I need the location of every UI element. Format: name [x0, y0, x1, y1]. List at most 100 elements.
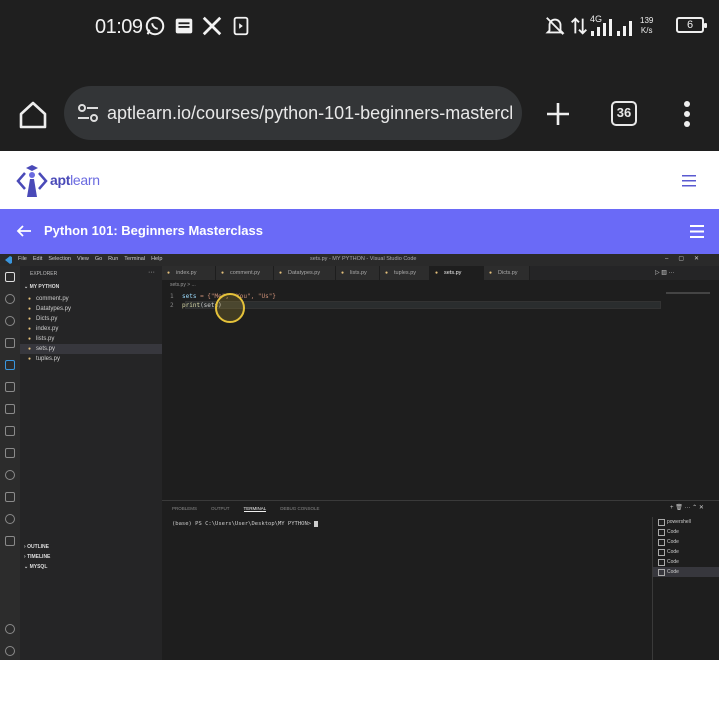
- editor-tab[interactable]: tuples.py: [380, 266, 430, 280]
- explorer-title: EXPLORER: [30, 271, 58, 277]
- extensions-icon[interactable]: [5, 360, 15, 370]
- course-bar: Python 101: Beginners Masterclass: [0, 209, 719, 254]
- x-icon: [202, 16, 222, 36]
- file-item[interactable]: comment.py: [20, 294, 162, 304]
- editor-tab[interactable]: Datatypes.py: [274, 266, 336, 280]
- tab-output[interactable]: OUTPUT: [211, 506, 230, 511]
- terminal-item[interactable]: powershell: [653, 517, 719, 527]
- home-icon[interactable]: [16, 98, 50, 132]
- menu-file[interactable]: File: [18, 256, 27, 262]
- file-item[interactable]: index.py: [20, 324, 162, 334]
- lesson-video[interactable]: File Edit Selection View Go Run Terminal Help s…: [0, 254, 719, 660]
- aptlearn-logo-icon[interactable]: [16, 161, 48, 199]
- menu-terminal[interactable]: Terminal: [124, 256, 145, 262]
- run-debug-icon[interactable]: [5, 338, 15, 348]
- maximize-icon[interactable]: ▢: [678, 256, 684, 262]
- editor-more-icon[interactable]: ···: [669, 270, 675, 276]
- new-terminal-icon[interactable]: +: [670, 505, 674, 511]
- logo-text[interactable]: aptlearn: [50, 172, 100, 188]
- terminal-item[interactable]: Code: [653, 527, 719, 537]
- explorer-icon[interactable]: [5, 272, 15, 282]
- menu-edit[interactable]: Edit: [33, 256, 42, 262]
- split-editor-icon[interactable]: ▥: [661, 270, 667, 276]
- minimize-icon[interactable]: –: [665, 256, 668, 262]
- terminal-item[interactable]: Code: [653, 557, 719, 567]
- panel-collapse-icon[interactable]: ⌃: [692, 505, 697, 511]
- terminal-panel: PROBLEMS OUTPUT TERMINAL DEBUG CONSOLE + 🗑 …: [162, 500, 719, 660]
- page-bottom: [0, 660, 719, 704]
- tab-switcher-button[interactable]: 36: [611, 101, 637, 126]
- editor-tab[interactable]: Dicts.py: [484, 266, 530, 280]
- menu-view[interactable]: View: [77, 256, 89, 262]
- file-item[interactable]: lists.py: [20, 334, 162, 344]
- mouse-cursor-highlight: [215, 293, 245, 323]
- status-bar: 01:09 4G 139 K/s 6: [0, 0, 719, 56]
- vscode-menubar: File Edit Selection View Go Run Terminal Help: [18, 256, 168, 262]
- remote-explorer-icon[interactable]: [5, 404, 15, 414]
- workspace-folder[interactable]: ⌄ MY PYTHON: [24, 284, 59, 290]
- terminal-item[interactable]: Code: [653, 547, 719, 557]
- minimap: [666, 292, 710, 294]
- course-menu-icon[interactable]: [690, 225, 704, 238]
- site-header: aptlearn: [0, 151, 719, 209]
- course-title: Python 101: Beginners Masterclass: [44, 223, 263, 238]
- net-speed: 139 K/s: [640, 16, 654, 35]
- panel-actions: + 🗑 ··· ⌃ ✕: [670, 504, 704, 511]
- terminal-list: powershell Code Code Code Code Code: [652, 517, 719, 660]
- panel-close-icon[interactable]: ✕: [699, 505, 704, 511]
- browser-icon[interactable]: [5, 470, 15, 480]
- editor-tab-active[interactable]: sets.py: [430, 266, 484, 280]
- menu-run[interactable]: Run: [108, 256, 118, 262]
- close-icon[interactable]: ✕: [694, 256, 699, 262]
- file-item-active[interactable]: sets.py: [20, 344, 162, 354]
- layers-icon[interactable]: [5, 448, 15, 458]
- edit-icon[interactable]: [5, 536, 15, 546]
- browser-toolbar: aptlearn.io/courses/python-101-beginners…: [0, 56, 719, 151]
- terminal-item[interactable]: Code: [653, 537, 719, 547]
- terminal-output[interactable]: (base) PS C:\Users\User\Desktop\MY PYTHO…: [172, 521, 318, 527]
- signal-icon: [591, 19, 632, 36]
- menu-go[interactable]: Go: [95, 256, 102, 262]
- file-item[interactable]: Datatypes.py: [20, 304, 162, 314]
- menu-selection[interactable]: Selection: [48, 256, 71, 262]
- tab-problems[interactable]: PROBLEMS: [172, 506, 197, 511]
- kill-terminal-icon[interactable]: 🗑: [675, 505, 683, 511]
- menu-help[interactable]: Help: [151, 256, 162, 262]
- chat-icon[interactable]: [5, 514, 15, 524]
- panel-more-icon[interactable]: ···: [684, 505, 690, 511]
- account-icon[interactable]: [5, 624, 15, 634]
- file-item[interactable]: tuples.py: [20, 354, 162, 364]
- search-icon[interactable]: [5, 294, 15, 304]
- status-time: 01:09: [95, 16, 143, 38]
- activity-bar: [0, 266, 20, 660]
- source-control-icon[interactable]: [5, 316, 15, 326]
- back-arrow-icon[interactable]: [16, 223, 32, 239]
- explorer-more-icon[interactable]: ···: [148, 269, 155, 276]
- new-tab-icon[interactable]: [544, 100, 572, 128]
- tab-debug-console[interactable]: DEBUG CONSOLE: [280, 506, 319, 511]
- terminal-cursor: _: [314, 521, 318, 527]
- breadcrumb[interactable]: sets.py > ...: [170, 282, 196, 288]
- editor-tab[interactable]: index.py: [162, 266, 216, 280]
- outline-section[interactable]: › OUTLINE: [24, 544, 49, 550]
- site-menu-icon[interactable]: [682, 175, 696, 187]
- tab-terminal[interactable]: TERMINAL: [243, 506, 267, 512]
- settings-gear-icon[interactable]: [5, 646, 15, 656]
- database-icon[interactable]: [5, 426, 15, 436]
- timeline-section[interactable]: › TIMELINE: [24, 554, 50, 560]
- data-arrows-icon: [571, 17, 587, 35]
- url-text[interactable]: aptlearn.io/courses/python-101-beginners…: [107, 103, 512, 124]
- file-item[interactable]: Dicts.py: [20, 314, 162, 324]
- editor-tab[interactable]: lists.py: [336, 266, 380, 280]
- explorer-sidebar: EXPLORER ··· ⌄ MY PYTHON comment.py Data…: [20, 266, 162, 660]
- mysql-section[interactable]: ⌄ MYSQL: [24, 564, 47, 570]
- editor-actions: ▷ ▥ ···: [655, 269, 675, 276]
- terminal-item-active[interactable]: Code: [653, 567, 719, 577]
- testing-icon[interactable]: [5, 382, 15, 392]
- folder-icon[interactable]: [5, 492, 15, 502]
- address-bar[interactable]: aptlearn.io/courses/python-101-beginners…: [64, 86, 522, 140]
- more-menu-icon[interactable]: [680, 99, 694, 129]
- editor-tab[interactable]: comment.py: [216, 266, 274, 280]
- run-file-icon[interactable]: ▷: [655, 270, 660, 276]
- site-settings-icon[interactable]: [76, 102, 100, 124]
